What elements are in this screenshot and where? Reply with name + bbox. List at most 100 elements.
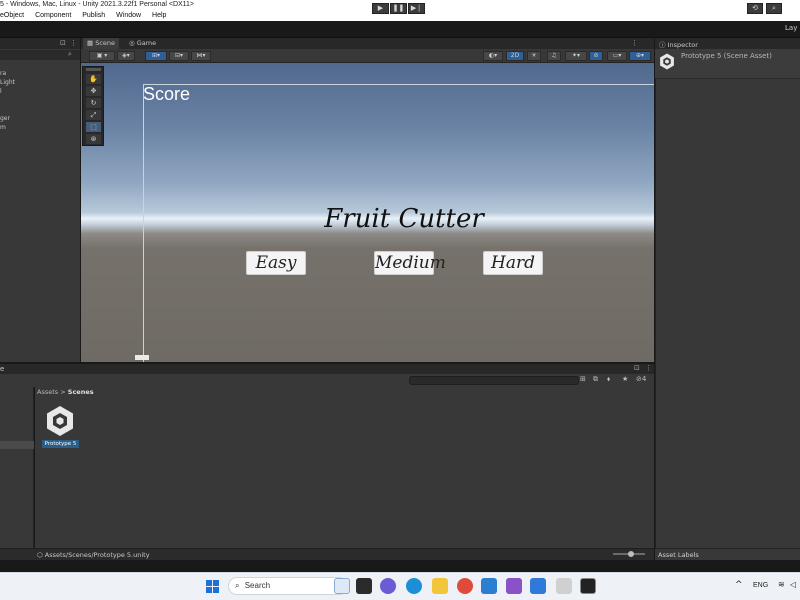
play-button[interactable]: ▶ xyxy=(372,3,389,14)
edge-icon[interactable] xyxy=(406,578,422,594)
search-icon: ⌕ xyxy=(68,50,72,58)
more-options-icon[interactable]: ⋮ xyxy=(631,39,638,47)
easy-button[interactable]: Easy xyxy=(246,251,306,275)
hierarchy-tabbar: ⊡ ⋮ xyxy=(0,38,80,49)
inspector-header: Prototype 5 (Scene Asset) xyxy=(655,49,800,79)
tab-inspector-label: Inspector xyxy=(667,41,698,49)
scene-tools-overlay: ✋ ✥ ↻ ⤢ ⬚ ⊛ xyxy=(82,66,104,146)
rect-tool-icon[interactable]: ⬚ xyxy=(86,122,101,132)
menu-publish[interactable]: Publish xyxy=(82,10,105,21)
more-options-icon[interactable]: ⋮ xyxy=(70,39,77,47)
hierarchy-item[interactable] xyxy=(0,96,80,105)
toggle-2d-button[interactable]: 2D xyxy=(506,51,524,61)
label-icon[interactable]: ⬧ xyxy=(607,375,610,384)
windows-taskbar xyxy=(0,572,800,600)
info-icon: ⓘ xyxy=(659,41,668,49)
tab-game[interactable]: ◎ Game xyxy=(125,38,160,49)
filter-icon[interactable]: ⧉ xyxy=(593,375,598,384)
lighting-icon[interactable]: ☀ xyxy=(527,51,541,61)
pause-button[interactable]: ❚❚ xyxy=(390,3,407,14)
todo-icon[interactable] xyxy=(530,578,546,594)
hidden-count: 4 xyxy=(641,375,647,383)
history-icon[interactable]: ⟲ xyxy=(747,3,763,14)
gizmo-grid-button[interactable]: ⊞▾ xyxy=(145,51,167,61)
tab-scene[interactable]: ▦ Scene xyxy=(83,38,120,49)
hand-tool-icon[interactable]: ✋ xyxy=(86,74,101,84)
transform-tool-icon[interactable]: ⊛ xyxy=(86,134,101,144)
render-mode-dropdown[interactable]: ◐▾ xyxy=(483,51,503,61)
chevron-up-icon[interactable]: ^ xyxy=(735,580,743,590)
hierarchy-item[interactable]: l xyxy=(0,87,80,96)
unity-scene-icon[interactable] xyxy=(45,405,75,437)
menu-window[interactable]: Window xyxy=(116,10,141,21)
visual-studio-icon[interactable] xyxy=(506,578,522,594)
wifi-icon[interactable]: ≋ xyxy=(778,580,785,589)
snap-dropdown[interactable]: ⊟▾ xyxy=(169,51,189,61)
breadcrumb-current[interactable]: Scenes xyxy=(68,388,94,396)
inspector-panel xyxy=(655,38,800,548)
language-indicator[interactable]: ENG xyxy=(753,582,768,589)
hierarchy-item[interactable]: m xyxy=(0,123,80,132)
project-status-bar: ⬡ Assets/Scenes/Prototype 5.unity xyxy=(0,548,654,560)
window-title: 5 - Windows, Mac, Linux - Unity 2021.3.2… xyxy=(0,1,195,8)
game-title: Fruit Cutter xyxy=(324,204,484,234)
selected-folder-row[interactable] xyxy=(0,441,34,449)
hidden-objects-icon[interactable]: ⊘ xyxy=(589,51,603,61)
menu-help[interactable]: Help xyxy=(152,10,166,21)
search-icon[interactable]: ⌕ xyxy=(766,3,782,14)
menu-gameobject[interactable]: eObject xyxy=(0,10,24,21)
scene-tabbar: ▦ Scene ◎ Game ⋮ xyxy=(81,38,654,49)
project-assets-grid[interactable] xyxy=(35,387,654,548)
medium-button[interactable]: Medium xyxy=(374,251,446,275)
effects-dropdown[interactable]: ✦▾ xyxy=(565,51,587,61)
icon-size-slider-handle[interactable] xyxy=(628,551,634,557)
unity-scene-icon: ⬡ xyxy=(37,551,43,559)
lock-icon[interactable]: ⊡ xyxy=(634,364,640,372)
inspector-asset-title: Prototype 5 (Scene Asset) xyxy=(681,52,772,60)
layers-dropdown[interactable]: Lay xyxy=(785,24,797,32)
scale-tool-icon[interactable]: ⤢ xyxy=(86,110,101,120)
favorite-icon[interactable]: ★ xyxy=(622,375,628,383)
gizmos-dropdown[interactable]: ⊕▾ xyxy=(629,51,651,61)
project-folder-tree[interactable] xyxy=(0,387,34,548)
task-view-icon[interactable] xyxy=(356,578,372,594)
windows-start-icon[interactable] xyxy=(206,580,219,593)
rotate-tool-icon[interactable]: ↻ xyxy=(86,98,101,108)
bing-icon[interactable] xyxy=(334,578,350,594)
chrome-icon[interactable] xyxy=(457,578,473,594)
taskbar-search-input[interactable]: ⌕ Search xyxy=(228,577,348,595)
vscode-icon[interactable] xyxy=(481,578,497,594)
hierarchy-item[interactable]: ra xyxy=(0,69,80,78)
volume-icon[interactable]: ◁ xyxy=(790,580,796,589)
asset-labels-section[interactable]: Asset Labels xyxy=(655,548,800,560)
overlay-handle[interactable] xyxy=(86,68,101,71)
selected-asset-path: Assets/Scenes/Prototype 5.unity xyxy=(44,551,150,559)
move-tool-icon[interactable]: ✥ xyxy=(86,86,101,96)
search-by-type-icon[interactable]: ⊞ xyxy=(580,375,586,383)
asset-name-label[interactable]: Prototype 5 xyxy=(42,440,79,448)
increment-snap-dropdown[interactable]: ⋈▾ xyxy=(191,51,211,61)
breadcrumb-root[interactable]: Assets xyxy=(37,388,58,396)
grid-icon: ▦ xyxy=(87,39,96,47)
unity-editor-icon[interactable] xyxy=(580,578,596,594)
tab-inspector[interactable]: ⓘ Inspector xyxy=(659,39,698,49)
hierarchy-item[interactable]: Light xyxy=(0,78,80,87)
draw-mode-dropdown[interactable]: ▣ ▾ xyxy=(89,51,115,61)
more-options-icon[interactable]: ⋮ xyxy=(645,364,652,372)
chat-icon[interactable] xyxy=(380,578,396,594)
lock-icon[interactable]: ⊡ xyxy=(60,39,66,47)
camera-dropdown[interactable]: ▭▾ xyxy=(607,51,627,61)
unity-hub-icon[interactable] xyxy=(556,578,572,594)
tab-project[interactable]: e xyxy=(0,364,4,374)
camera-gizmo-icon[interactable] xyxy=(135,355,149,360)
file-explorer-icon[interactable] xyxy=(432,578,448,594)
audio-icon[interactable]: ♫ xyxy=(547,51,561,61)
hierarchy-item[interactable]: ger xyxy=(0,114,80,123)
hidden-packages-icon[interactable]: ⊘4 xyxy=(636,375,646,383)
hierarchy-search-input[interactable]: ⌕ xyxy=(0,50,80,60)
project-search-input[interactable] xyxy=(409,376,579,385)
hard-button[interactable]: Hard xyxy=(483,251,543,275)
menu-component[interactable]: Component xyxy=(35,10,71,21)
step-button[interactable]: ▶❘ xyxy=(408,3,425,14)
shading-dropdown[interactable]: ◈▾ xyxy=(117,51,135,61)
